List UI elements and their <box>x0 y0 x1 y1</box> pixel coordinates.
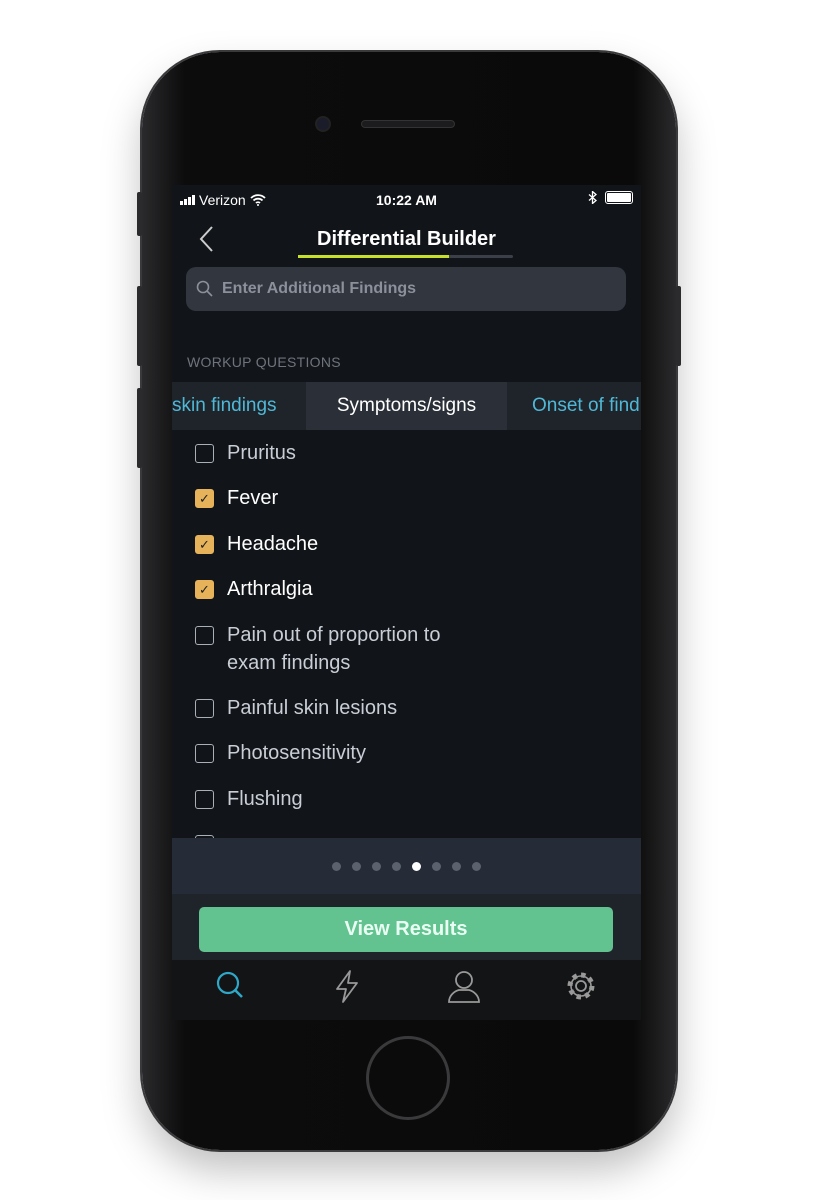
list-item-label: Pain out of proportion to exam findings <box>227 624 441 674</box>
page-dot[interactable] <box>392 861 401 871</box>
search-icon <box>196 280 213 297</box>
page-dot[interactable] <box>352 861 361 871</box>
checkbox[interactable] <box>195 626 214 645</box>
earpiece-speaker <box>361 120 455 128</box>
checkbox[interactable]: ✓ <box>195 535 214 554</box>
mute-switch <box>137 192 142 236</box>
page-dot[interactable] <box>332 861 341 871</box>
lightning-icon[interactable] <box>327 966 367 1006</box>
tab-bar <box>172 960 641 1020</box>
tab-symptoms-signs[interactable]: Symptoms/signs <box>306 382 507 430</box>
list-item[interactable]: ✓ Arthralgia <box>195 575 313 603</box>
page-dot[interactable] <box>372 861 381 871</box>
power-button <box>676 286 681 366</box>
list-item-label: Pruritus <box>227 442 296 464</box>
list-item-partial[interactable] <box>195 830 214 838</box>
page-dot[interactable] <box>452 861 461 871</box>
checkbox[interactable] <box>195 790 214 809</box>
checkbox[interactable] <box>195 744 214 763</box>
list-item[interactable]: Photosensitivity <box>195 739 366 767</box>
page-dot[interactable] <box>472 861 481 871</box>
list-item[interactable]: Pain out of proportion to exam findings <box>195 621 455 677</box>
gear-icon[interactable] <box>561 966 601 1006</box>
progress-bar <box>298 255 513 258</box>
clock: 10:22 AM <box>376 192 437 208</box>
user-icon[interactable] <box>444 966 484 1006</box>
list-item[interactable]: ✓ Fever <box>195 484 278 512</box>
list-item-label: Fever <box>227 487 279 509</box>
status-bar: Verizon 10:22 AM <box>172 185 641 213</box>
checkbox[interactable] <box>195 444 214 463</box>
checkbox[interactable]: ✓ <box>195 580 214 599</box>
page-dot[interactable] <box>412 861 421 871</box>
category-tabs: skin findings Symptoms/signs Onset of fi… <box>172 382 641 430</box>
search-input[interactable] <box>222 280 602 298</box>
tab-skin-findings[interactable]: skin findings <box>172 382 292 430</box>
home-button[interactable] <box>366 1036 450 1120</box>
list-item-label: Arthralgia <box>227 578 313 600</box>
list-item-label: Headache <box>227 533 319 555</box>
list-item[interactable]: Painful skin lesions <box>195 694 397 722</box>
list-item[interactable]: ✓ Headache <box>195 530 318 558</box>
checkbox[interactable]: ✓ <box>195 489 214 508</box>
tab-onset-of-findings[interactable]: Onset of findings <box>532 382 641 430</box>
list-item[interactable]: Flushing <box>195 785 303 813</box>
volume-down-button <box>137 388 142 468</box>
screen: Verizon 10:22 AM Differential Builder WO… <box>172 185 641 1020</box>
page-title: Differential Builder <box>317 228 496 250</box>
bluetooth-icon <box>588 191 597 204</box>
page-dot[interactable] <box>432 861 441 871</box>
list-item-label: Photosensitivity <box>227 742 366 764</box>
search-icon[interactable] <box>210 966 250 1006</box>
search-field[interactable] <box>186 267 626 311</box>
section-label: WORKUP QUESTIONS <box>187 354 341 370</box>
footer: View Results <box>172 894 641 960</box>
volume-up-button <box>137 286 142 366</box>
nav-bar: Differential Builder <box>172 223 641 263</box>
list-item-label: Painful skin lesions <box>227 697 398 719</box>
front-camera <box>315 116 331 132</box>
view-results-button[interactable]: View Results <box>199 907 613 952</box>
page-indicator <box>172 838 641 894</box>
findings-list: Pruritus ✓ Fever ✓ Headache ✓ Arthralgia Pain o… <box>172 430 641 838</box>
checkbox[interactable] <box>195 699 214 718</box>
battery-icon <box>605 191 633 204</box>
list-item-label: Flushing <box>227 788 303 810</box>
list-item[interactable]: Pruritus <box>195 439 296 467</box>
